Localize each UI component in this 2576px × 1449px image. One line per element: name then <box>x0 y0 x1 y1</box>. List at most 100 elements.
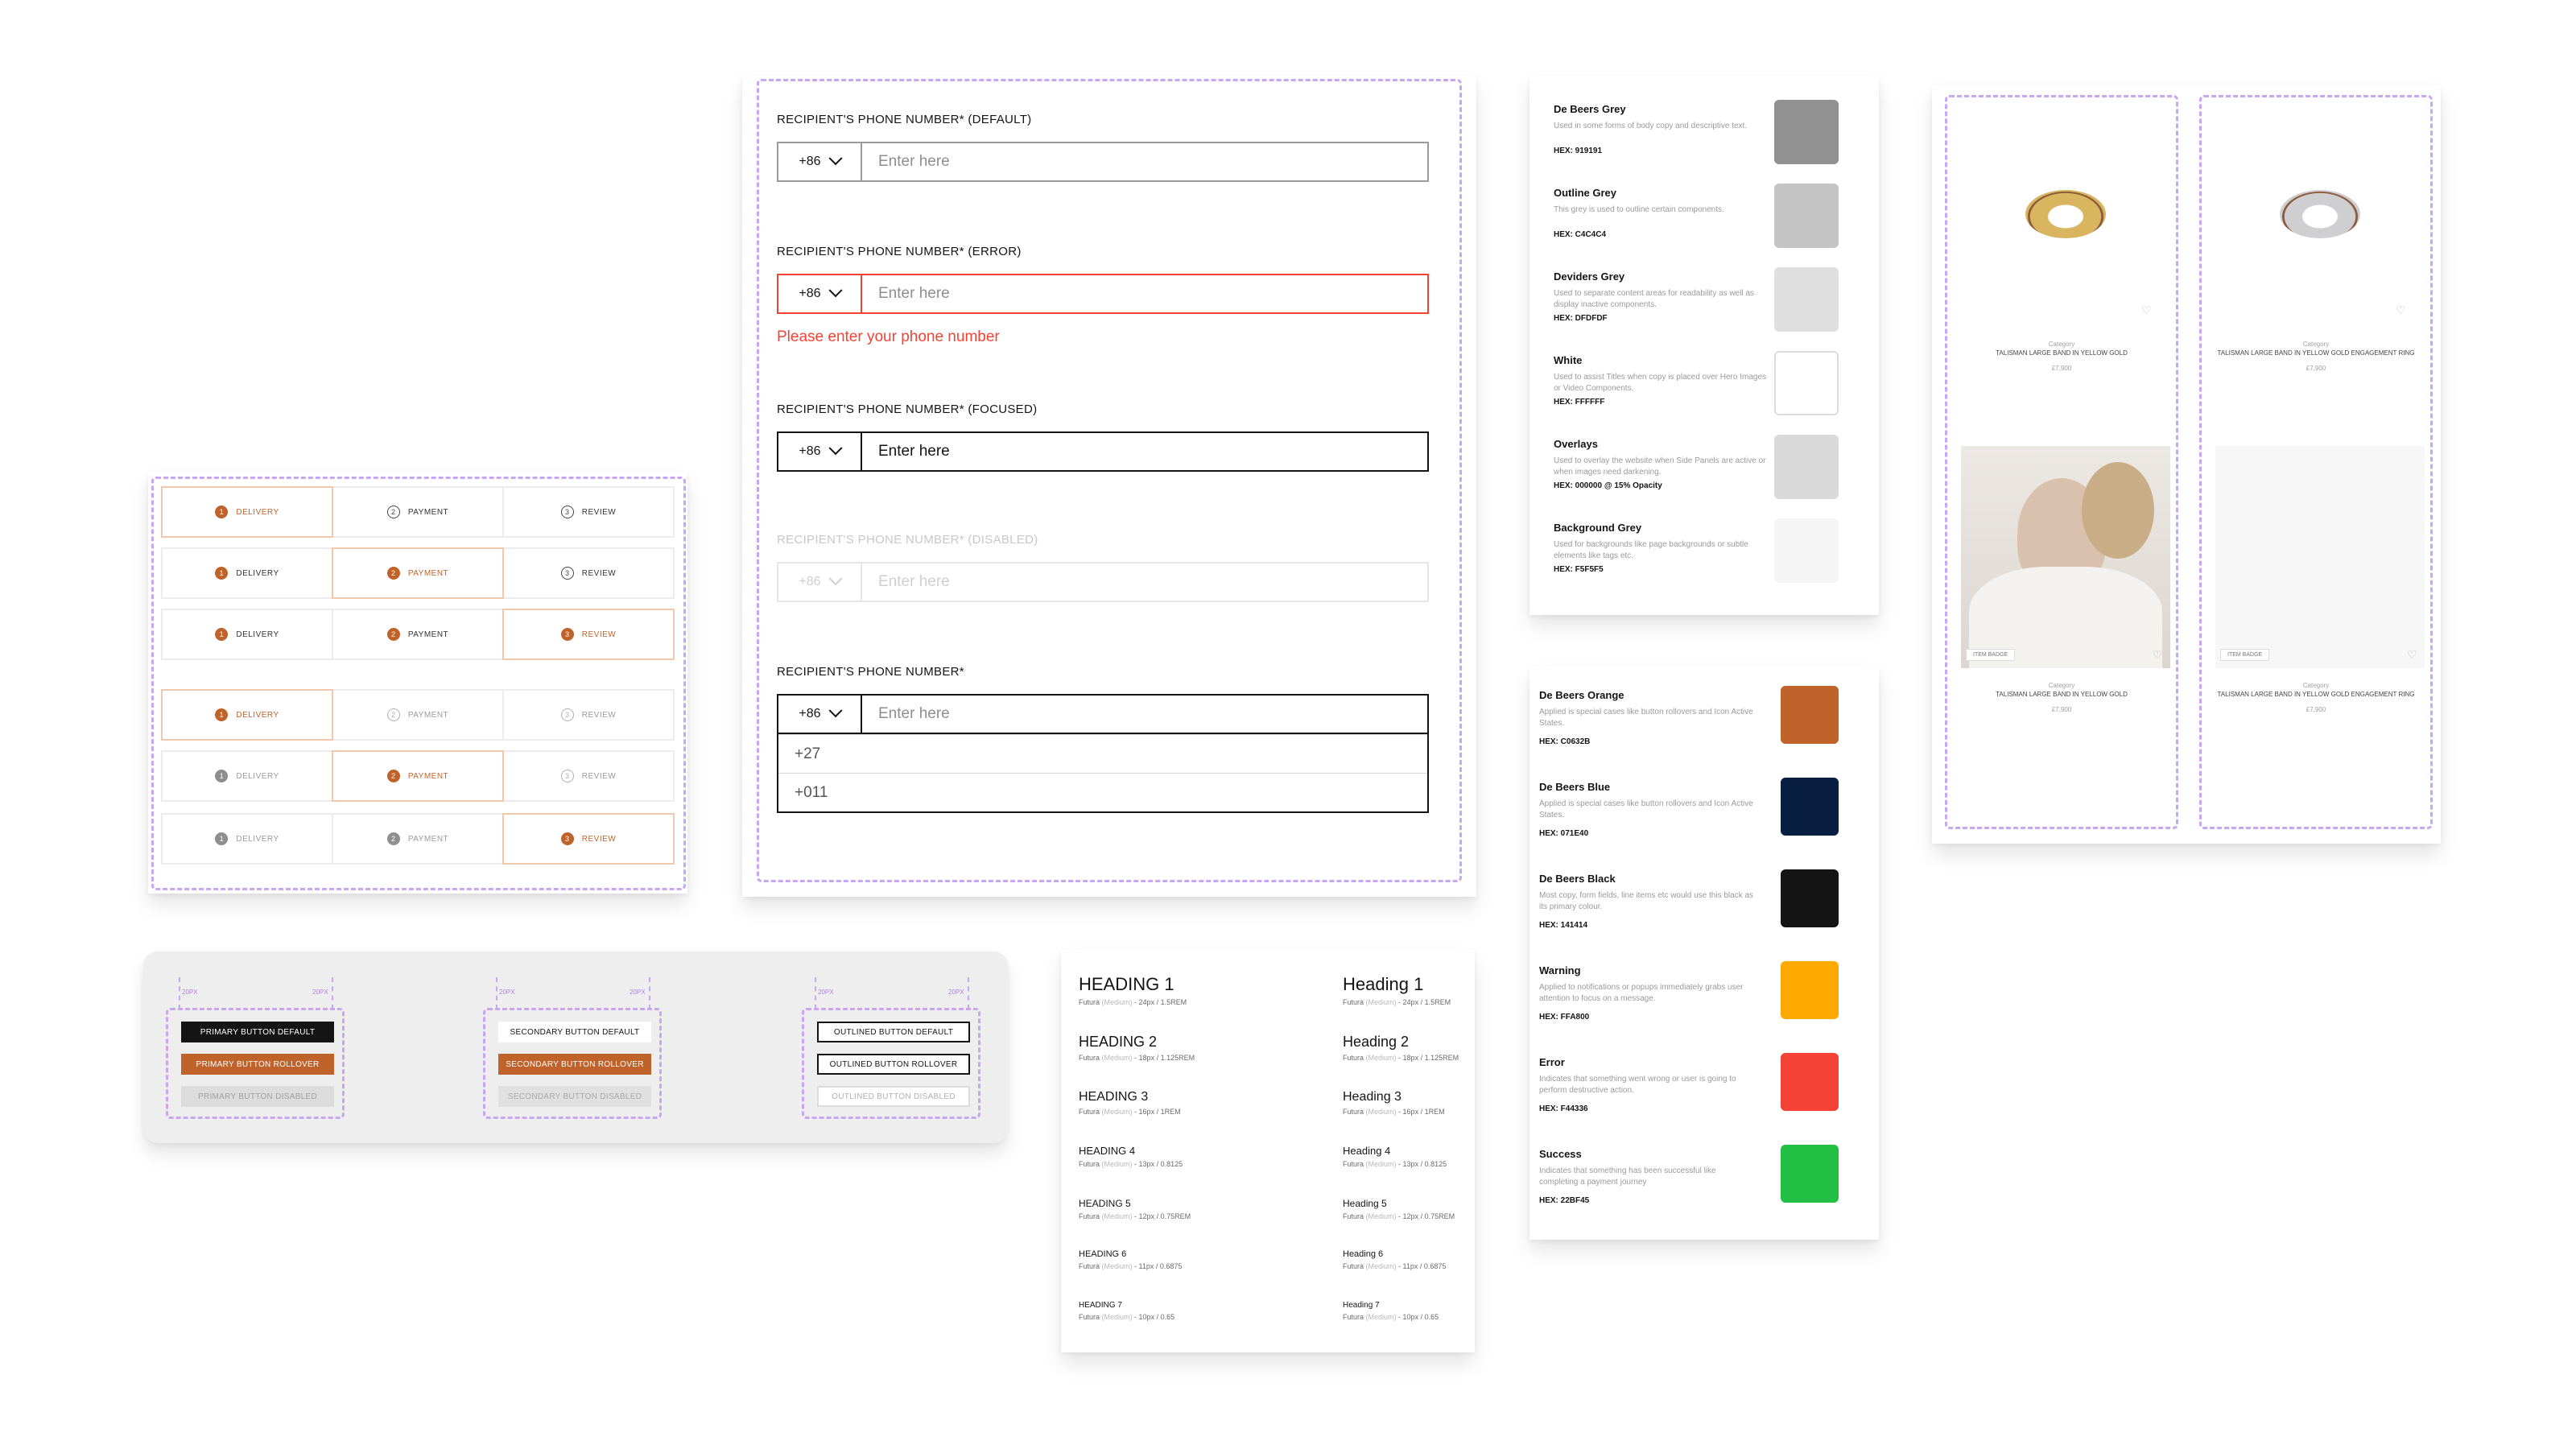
stepper-row: 1 DELIVERY 2 PAYMENT 3 REVIEW <box>161 486 675 538</box>
product-name[interactable]: TALISMAN LARGE BAND IN YELLOW GOLD ENGAG… <box>2215 690 2417 699</box>
step-payment[interactable]: 2 PAYMENT <box>332 689 504 741</box>
color-name: Success <box>1539 1148 1582 1160</box>
heading-title: HEADING 1 <box>1079 974 1174 994</box>
heading-sample: Heading 4 Futura (Medium) - 13px / 0.8125 <box>1343 1145 1447 1168</box>
font-weight: (Medium) <box>1101 1262 1133 1270</box>
font-size: 16px / 1REM <box>1138 1108 1181 1116</box>
heading-spec: Futura (Medium) - 24px / 1.5REM <box>1343 998 1451 1006</box>
dropdown-option[interactable]: +27 <box>778 734 1427 773</box>
step-label: PAYMENT <box>407 834 449 844</box>
step-delivery[interactable]: 1 DELIVERY <box>161 813 333 865</box>
chevron-down-icon <box>828 283 843 298</box>
step-label: REVIEW <box>581 834 617 844</box>
item-badge: ITEM BADGE <box>2220 649 2270 661</box>
color-hex: HEX: C0632B <box>1539 737 1591 746</box>
font-name: Futura <box>1343 1212 1364 1220</box>
ring-image[interactable] <box>2025 190 2106 238</box>
step-review[interactable]: 3 REVIEW <box>502 813 675 865</box>
phone-field-default[interactable]: +86 Enter here <box>777 142 1429 182</box>
heading-spec: Futura (Medium) - 10px / 0.65 <box>1343 1313 1439 1321</box>
step-delivery[interactable]: 1 DELIVERY <box>161 689 333 741</box>
phone-input[interactable]: Enter here <box>862 696 1427 733</box>
phone-input[interactable]: Enter here <box>862 143 1427 180</box>
phone-label-default: RECIPIENT'S PHONE NUMBER* (DEFAULT) <box>777 113 1032 126</box>
step-payment[interactable]: 2 PAYMENT <box>332 750 504 802</box>
color-swatch <box>1774 184 1839 248</box>
heart-icon[interactable]: ♡ <box>2141 304 2153 316</box>
country-code-select[interactable]: +86 <box>778 433 862 470</box>
dropdown-option[interactable]: +011 <box>778 773 1427 811</box>
heading-spec: Futura (Medium) - 12px / 0.75REM <box>1079 1212 1191 1220</box>
step-review[interactable]: 3 REVIEW <box>502 609 675 660</box>
step-delivery[interactable]: 1 DELIVERY <box>161 750 333 802</box>
color-swatch <box>1774 351 1839 415</box>
secondary-button-rollover[interactable]: SECONDARY BUTTON ROLLOVER <box>498 1054 651 1075</box>
stepper-row: 1 DELIVERY 2 PAYMENT 3 REVIEW <box>161 609 675 660</box>
outlined-button-default[interactable]: OUTLINED BUTTON DEFAULT <box>817 1022 970 1042</box>
chevron-down-icon <box>828 704 843 718</box>
color-hex: HEX: F5F5F5 <box>1554 565 1604 574</box>
font-weight: (Medium) <box>1365 1313 1397 1321</box>
step-review[interactable]: 3 REVIEW <box>502 547 675 599</box>
color-swatch <box>1781 1053 1839 1111</box>
font-name: Futura <box>1079 1262 1100 1270</box>
ring-image[interactable] <box>2280 190 2360 238</box>
outlined-button-rollover[interactable]: OUTLINED BUTTON ROLLOVER <box>817 1054 970 1075</box>
phone-input[interactable]: Enter here <box>862 433 1427 470</box>
font-name: Futura <box>1343 1313 1364 1321</box>
primary-button-default[interactable]: PRIMARY BUTTON DEFAULT <box>181 1022 334 1042</box>
color-description: Applied to notifications or popups immed… <box>1539 983 1744 1003</box>
phone-input[interactable]: Enter here <box>862 275 1427 312</box>
step-review[interactable]: 3 REVIEW <box>502 486 675 538</box>
product-price: £7,900 <box>2051 365 2072 372</box>
heading-title: HEADING 7 <box>1079 1301 1122 1310</box>
phone-field-focused[interactable]: +86 Enter here <box>777 431 1429 472</box>
step-payment[interactable]: 2 PAYMENT <box>332 609 504 660</box>
country-code-select[interactable]: +86 <box>778 696 862 733</box>
heading-spec: Futura (Medium) - 18px / 1.125REM <box>1343 1054 1459 1062</box>
step-review[interactable]: 3 REVIEW <box>502 689 675 741</box>
secondary-button-default[interactable]: SECONDARY BUTTON DEFAULT <box>498 1022 651 1042</box>
phone-field-error[interactable]: +86 Enter here <box>777 274 1429 314</box>
color-swatch <box>1774 518 1839 583</box>
step-payment[interactable]: 2 PAYMENT <box>332 813 504 865</box>
heart-icon[interactable]: ♡ <box>2153 649 2164 660</box>
product-name[interactable]: TALISMAN LARGE BAND IN YELLOW GOLD <box>1961 349 2162 357</box>
step-label: REVIEW <box>581 568 617 578</box>
font-size: 11px / 0.6875 <box>1138 1262 1183 1270</box>
image-placeholder[interactable] <box>2215 446 2425 668</box>
product-name[interactable]: TALISMAN LARGE BAND IN YELLOW GOLD ENGAG… <box>2215 349 2417 357</box>
step-delivery[interactable]: 1 DELIVERY <box>161 609 333 660</box>
step-review[interactable]: 3 REVIEW <box>502 750 675 802</box>
step-label: DELIVERY <box>236 710 279 720</box>
heading-sample: HEADING 2 Futura (Medium) - 18px / 1.125R… <box>1079 1034 1195 1062</box>
step-delivery[interactable]: 1 DELIVERY <box>161 486 333 538</box>
heart-icon[interactable]: ♡ <box>2396 304 2407 316</box>
step-payment[interactable]: 2 PAYMENT <box>332 486 504 538</box>
font-weight: (Medium) <box>1101 1054 1133 1062</box>
primary-button-group: PRIMARY BUTTON DEFAULT PRIMARY BUTTON RO… <box>166 1008 345 1119</box>
step-payment[interactable]: 2 PAYMENT <box>332 547 504 599</box>
country-code-select[interactable]: +86 <box>778 275 862 312</box>
heading-title: HEADING 4 <box>1079 1145 1136 1157</box>
model-photo[interactable] <box>1961 446 2170 668</box>
step-delivery[interactable]: 1 DELIVERY <box>161 547 333 599</box>
font-name: Futura <box>1079 1108 1100 1116</box>
phone-field-open[interactable]: +86 Enter here <box>777 694 1429 734</box>
primary-button-rollover[interactable]: PRIMARY BUTTON ROLLOVER <box>181 1054 334 1075</box>
heading-title: Heading 1 <box>1343 974 1424 994</box>
heading-title: HEADING 5 <box>1079 1198 1131 1209</box>
heart-icon[interactable]: ♡ <box>2407 649 2418 660</box>
color-description: Used in some forms of body copy and desc… <box>1554 122 1748 130</box>
product-name[interactable]: TALISMAN LARGE BAND IN YELLOW GOLD <box>1961 690 2162 699</box>
color-hex: HEX: 919191 <box>1554 147 1603 155</box>
color-description: Applied is special cases like button rol… <box>1539 708 1753 728</box>
primary-button-disabled: PRIMARY BUTTON DISABLED <box>181 1086 334 1107</box>
country-code-select[interactable]: +86 <box>778 143 862 180</box>
spacing-guide <box>496 977 497 1009</box>
font-weight: (Medium) <box>1365 1054 1397 1062</box>
spacing-guide <box>332 977 333 1009</box>
spacing-label: 20PX <box>948 989 964 996</box>
heading-title: Heading 6 <box>1343 1249 1384 1259</box>
step-number-icon: 1 <box>215 506 229 518</box>
